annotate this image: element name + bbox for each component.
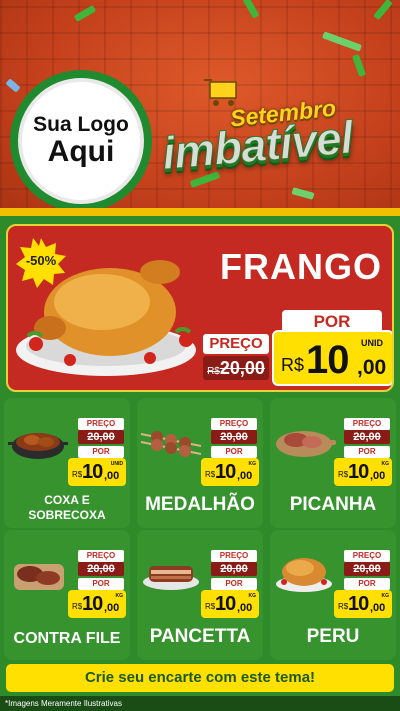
card-new-price: R$ 10 ,00 KG	[334, 590, 392, 618]
card-new-price: R$ 10 ,00 KG	[68, 590, 126, 618]
card-old-price: 20,00	[211, 430, 257, 444]
confetti-icon	[322, 31, 362, 52]
product-card: PREÇO 20,00 POR R$ 10 ,00 KG PICANHA	[270, 398, 396, 528]
card-price-unit: KG	[381, 593, 390, 599]
product-card: PREÇO 20,00 POR R$ 10 ,00 KG MEDALHÃO	[137, 398, 263, 528]
skewers-icon	[140, 431, 202, 457]
card-new-price-label: POR	[78, 446, 124, 458]
product-card: PREÇO 20,00 POR R$ 10 ,00 KG PANCETTA	[137, 530, 263, 660]
turkey-icon	[276, 558, 332, 592]
chicken-pot-icon	[8, 433, 68, 459]
campaign-title: Setembro imbatível	[160, 79, 396, 188]
card-old-price-label: PREÇO	[78, 550, 124, 562]
confetti-icon	[373, 0, 393, 21]
card-currency: R$	[205, 470, 216, 479]
card-new-price-label: POR	[344, 446, 390, 458]
card-new-price: R$ 10 ,00 UNID	[68, 458, 126, 486]
card-product-name: CONTRA FILE	[13, 630, 121, 647]
card-product-name: MEDALHÃO	[145, 494, 255, 515]
confetti-icon	[5, 78, 21, 93]
confetti-icon	[73, 4, 97, 23]
logo-text-line1: Sua Logo	[33, 113, 129, 137]
card-price-decimal: ,00	[104, 470, 120, 482]
card-price-unit: KG	[115, 593, 124, 599]
old-price-value: R$20,00	[203, 356, 269, 380]
header-divider	[0, 208, 400, 216]
product-name: FRANGO	[220, 246, 382, 287]
call-to-action-banner[interactable]: Crie seu encarte com este tema!	[6, 664, 394, 692]
card-price-unit: KG	[248, 593, 257, 599]
steak-icon	[14, 564, 64, 590]
new-price-currency: R$	[281, 355, 305, 375]
card-price-decimal: ,00	[104, 602, 120, 614]
card-old-price: 20,00	[344, 430, 390, 444]
card-new-price: R$ 10 ,00 KG	[334, 458, 392, 486]
pork-belly-icon	[143, 566, 199, 590]
featured-product-panel: -50% FRANGO PREÇO R$20,00 POR R$ 10 ,00 …	[6, 224, 394, 392]
card-new-price: R$ 10 ,00 KG	[201, 590, 259, 618]
card-price-unit: KG	[248, 461, 257, 467]
new-price-decimal: ,00	[357, 356, 387, 379]
card-price-decimal: ,00	[370, 602, 386, 614]
card-new-price-label: POR	[211, 446, 257, 458]
old-price-label: PREÇO	[203, 334, 269, 354]
card-old-price: 20,00	[78, 430, 124, 444]
card-price-decimal: ,00	[237, 470, 253, 482]
card-price-decimal: ,00	[237, 602, 253, 614]
price-unit: UNID	[361, 338, 383, 348]
card-product-name: COXA E SOBRECOXA	[28, 493, 106, 522]
card-old-price-label: PREÇO	[344, 418, 390, 430]
confetti-icon	[242, 0, 260, 19]
new-price: R$ 10 ,00 UNID	[272, 330, 392, 386]
logo-placeholder: Sua Logo Aqui	[18, 78, 144, 204]
old-price: PREÇO R$20,00	[203, 334, 273, 382]
card-currency: R$	[72, 602, 83, 611]
product-card: PREÇO 20,00 POR R$ 10 ,00 UNID COXA E SO…	[4, 398, 130, 528]
card-price-integer: 10	[215, 593, 236, 615]
old-price-amount: 20,00	[219, 358, 265, 378]
new-price-integer: 10	[306, 338, 349, 382]
disclaimer-text: *Imagens Meramente Ilustrativas	[0, 696, 400, 711]
card-product-name: PICANHA	[289, 494, 377, 515]
card-price-integer: 10	[215, 461, 236, 483]
discount-badge: -50%	[16, 238, 66, 288]
card-old-price: 20,00	[78, 562, 124, 576]
card-new-price-label: POR	[78, 578, 124, 590]
card-old-price-label: PREÇO	[78, 418, 124, 430]
confetti-icon	[291, 187, 315, 200]
product-card: PREÇO 20,00 POR R$ 10 ,00 KG PERU	[270, 530, 396, 660]
header-banner: Sua Logo Aqui Setembro imbatível	[0, 0, 400, 216]
steak-board-icon	[276, 431, 336, 457]
card-currency: R$	[338, 602, 349, 611]
card-price-decimal: ,00	[370, 470, 386, 482]
card-currency: R$	[205, 602, 216, 611]
card-price-integer: 10	[348, 593, 369, 615]
card-new-price-label: POR	[211, 578, 257, 590]
discount-badge-text: -50%	[25, 253, 57, 268]
card-price-integer: 10	[348, 461, 369, 483]
product-card: PREÇO 20,00 POR R$ 10 ,00 KG CONTRA FILE	[4, 530, 130, 660]
card-old-price-label: PREÇO	[211, 418, 257, 430]
title-main: imbatível	[160, 110, 355, 180]
confetti-icon	[351, 53, 367, 78]
card-old-price-label: PREÇO	[211, 550, 257, 562]
card-new-price: R$ 10 ,00 KG	[201, 458, 259, 486]
card-price-integer: 10	[82, 461, 103, 483]
card-product-name: PANCETTA	[149, 626, 251, 647]
card-new-price-label: POR	[344, 578, 390, 590]
card-currency: R$	[72, 470, 83, 479]
shopping-cart-icon	[204, 79, 237, 106]
logo-text-line2: Aqui	[47, 135, 115, 169]
card-currency: R$	[338, 470, 349, 479]
card-price-unit: KG	[381, 461, 390, 467]
card-old-price: 20,00	[344, 562, 390, 576]
card-old-price: 20,00	[211, 562, 257, 576]
card-product-name: PERU	[306, 626, 360, 647]
card-price-unit: UNID	[110, 461, 123, 467]
card-old-price-label: PREÇO	[344, 550, 390, 562]
card-price-integer: 10	[82, 593, 103, 615]
old-price-currency: R$	[207, 366, 220, 377]
